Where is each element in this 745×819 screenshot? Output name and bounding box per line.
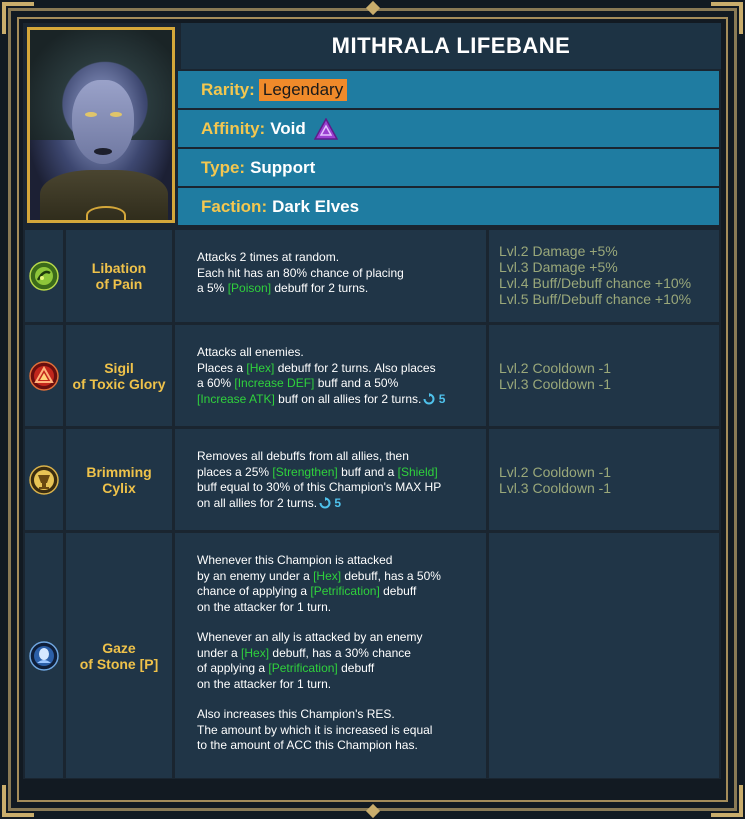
skill-upgrades: Lvl.2 Cooldown -1 Lvl.3 Cooldown -1 [489,325,719,426]
skill-description: Attacks 2 times at random. Each hit has … [175,230,486,322]
skill-upgrades: Lvl.2 Cooldown -1 Lvl.3 Cooldown -1 [489,429,719,530]
cooldown-icon [319,496,331,508]
card-frame: MITHRALA LIFEBANE Rarity: Legendary Affi… [0,0,745,819]
skill-row: Gaze of Stone [P] Whenever this Champion … [23,533,721,778]
hex-keyword: [Hex] [313,568,342,583]
corner-ornament [2,785,34,817]
sigil-icon [29,360,59,391]
type-value: Support [250,157,316,177]
corner-ornament [711,785,743,817]
affinity-row: Affinity: Void [178,110,719,147]
rarity-label: Rarity: [201,79,255,99]
void-affinity-icon [313,117,338,140]
strengthen-keyword: [Strengthen] [272,464,338,479]
champion-portrait [27,27,175,223]
faction-label: Faction: [201,196,268,216]
faction-row: Faction: Dark Elves [178,188,719,225]
libation-icon [29,261,59,291]
hex-keyword: [Hex] [241,645,270,660]
champion-title-bar: MITHRALA LIFEBANE [181,23,721,69]
petrification-keyword: [Petrification] [268,661,338,675]
increase-atk-keyword: [Increase ATK] [197,391,275,406]
skill-description: Attacks all enemies. Places a [Hex] debu… [175,325,486,426]
skill-row: Brimming Cylix Removes all debuffs from a… [23,429,721,530]
skill-upgrades [489,533,719,778]
skill-name: Sigil of Toxic Glory [66,325,172,426]
petrification-keyword: [Petrification] [310,584,380,598]
affinity-label: Affinity: [201,118,266,138]
cooldown-indicator: 5 [317,496,341,510]
skill-upgrades: Lvl.2 Damage +5% Lvl.3 Damage +5% Lvl.4 … [489,230,719,322]
champion-name: MITHRALA LIFEBANE [331,33,571,58]
gaze-icon [29,640,59,671]
champion-card: MITHRALA LIFEBANE Rarity: Legendary Affi… [23,23,721,779]
poison-keyword: [Poison] [227,281,272,295]
hex-keyword: [Hex] [246,360,275,375]
shield-keyword: [Shield] [397,464,438,479]
type-row: Type: Support [178,149,719,186]
cooldown-indicator: 5 [421,392,445,406]
rarity-row: Rarity: Legendary [178,71,719,108]
skill-description: Removes all debuffs from all allies, the… [175,429,486,530]
type-label: Type: [201,157,246,177]
faction-value: Dark Elves [272,196,360,216]
increase-def-keyword: [Increase DEF] [234,376,315,390]
skill-row: Sigil of Toxic Glory Attacks all enemies.… [23,325,721,426]
affinity-value: Void [270,118,306,138]
skill-name: Libation of Pain [66,230,172,322]
cylix-icon [29,464,59,495]
skill-name: Brimming Cylix [66,429,172,530]
rarity-badge: Legendary [258,78,348,101]
cooldown-icon [423,392,435,404]
skill-description: Whenever this Champion is attacked by an… [175,533,486,778]
skill-name: Gaze of Stone [P] [66,533,172,778]
skill-row: Libation of Pain Attacks 2 times at rando… [23,230,721,322]
